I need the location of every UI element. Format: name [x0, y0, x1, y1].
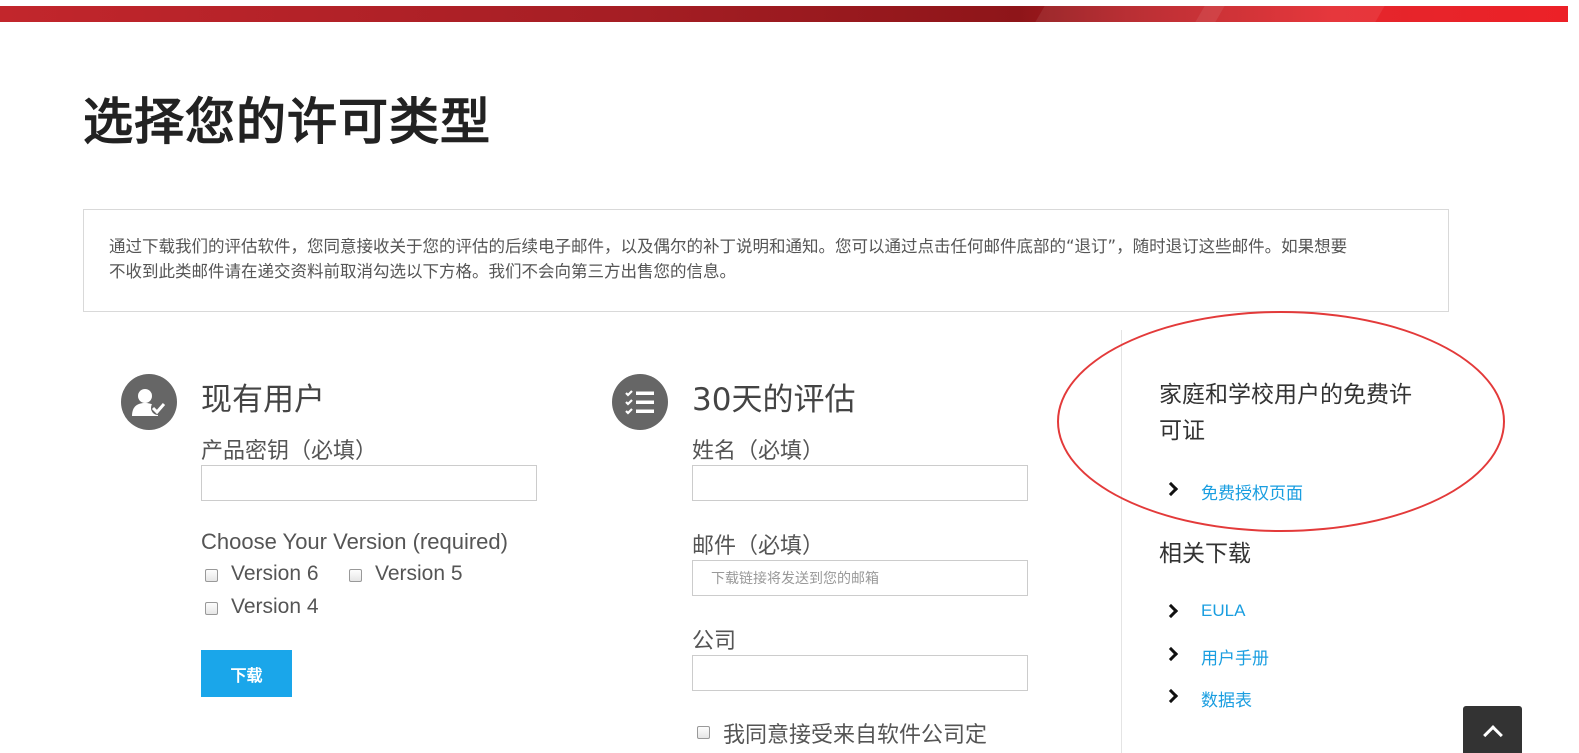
- company-input[interactable]: [692, 655, 1028, 691]
- chevron-right-icon: [1163, 646, 1179, 662]
- name-label: 姓名（必填）: [692, 439, 825, 464]
- consent-label: 我同意接受来自软件公司定: [723, 723, 988, 748]
- existing-user-title: 现有用户: [201, 382, 325, 418]
- datasheet-link[interactable]: 数据表: [1201, 686, 1252, 711]
- version-4-checkbox[interactable]: [205, 602, 218, 615]
- user-check-icon: [121, 374, 177, 430]
- email-input[interactable]: 下载链接将发送到您的邮箱: [692, 560, 1028, 596]
- product-key-input[interactable]: [201, 465, 537, 501]
- name-input[interactable]: [692, 465, 1028, 501]
- free-license-heading-line-1: 家庭和学校用户的免费许: [1159, 382, 1412, 408]
- header-stripe: [1195, 6, 1385, 22]
- free-license-heading: 家庭和学校用户的免费许 可证: [1159, 377, 1412, 449]
- related-downloads-heading: 相关下载: [1159, 541, 1251, 567]
- sidebar-divider: [1121, 330, 1122, 753]
- chevron-right-icon: [1163, 603, 1179, 619]
- notice-line-2: 不收到此类邮件请在递交资料前取消勾选以下方格。我们不会向第三方出售您的信息。: [109, 262, 736, 281]
- download-button[interactable]: 下载: [201, 650, 292, 697]
- email-label: 邮件（必填）: [692, 534, 825, 559]
- evaluation-title: 30天的评估: [692, 382, 856, 418]
- product-key-label: 产品密钥（必填）: [201, 439, 378, 464]
- free-license-heading-line-2: 可证: [1159, 418, 1205, 444]
- user-manual-link[interactable]: 用户手册: [1201, 644, 1269, 669]
- notice-line-1: 通过下载我们的评估软件，您同意接收关于您的评估的后续电子邮件，以及偶尔的补丁说明…: [109, 237, 1348, 256]
- brand-header-bar: [0, 6, 1568, 22]
- company-label: 公司: [692, 629, 737, 654]
- back-to-top-button[interactable]: [1463, 706, 1522, 753]
- chevron-up-icon: [1482, 725, 1503, 745]
- free-license-link[interactable]: 免费授权页面: [1201, 479, 1303, 504]
- version-4-label: Version 4: [231, 595, 319, 618]
- chevron-right-icon: [1163, 481, 1179, 497]
- version-label: Choose Your Version (required): [201, 529, 508, 554]
- page-title: 选择您的许可类型: [83, 93, 491, 151]
- version-6-label: Version 6: [231, 562, 319, 585]
- checklist-icon: [612, 374, 668, 430]
- version-6-checkbox[interactable]: [205, 569, 218, 582]
- chevron-right-icon: [1163, 688, 1179, 704]
- version-5-label: Version 5: [375, 562, 463, 585]
- version-5-checkbox[interactable]: [349, 569, 362, 582]
- consent-checkbox[interactable]: [697, 726, 710, 739]
- eula-link[interactable]: EULA: [1201, 601, 1245, 621]
- email-notice: 通过下载我们的评估软件，您同意接收关于您的评估的后续电子邮件，以及偶尔的补丁说明…: [83, 209, 1449, 312]
